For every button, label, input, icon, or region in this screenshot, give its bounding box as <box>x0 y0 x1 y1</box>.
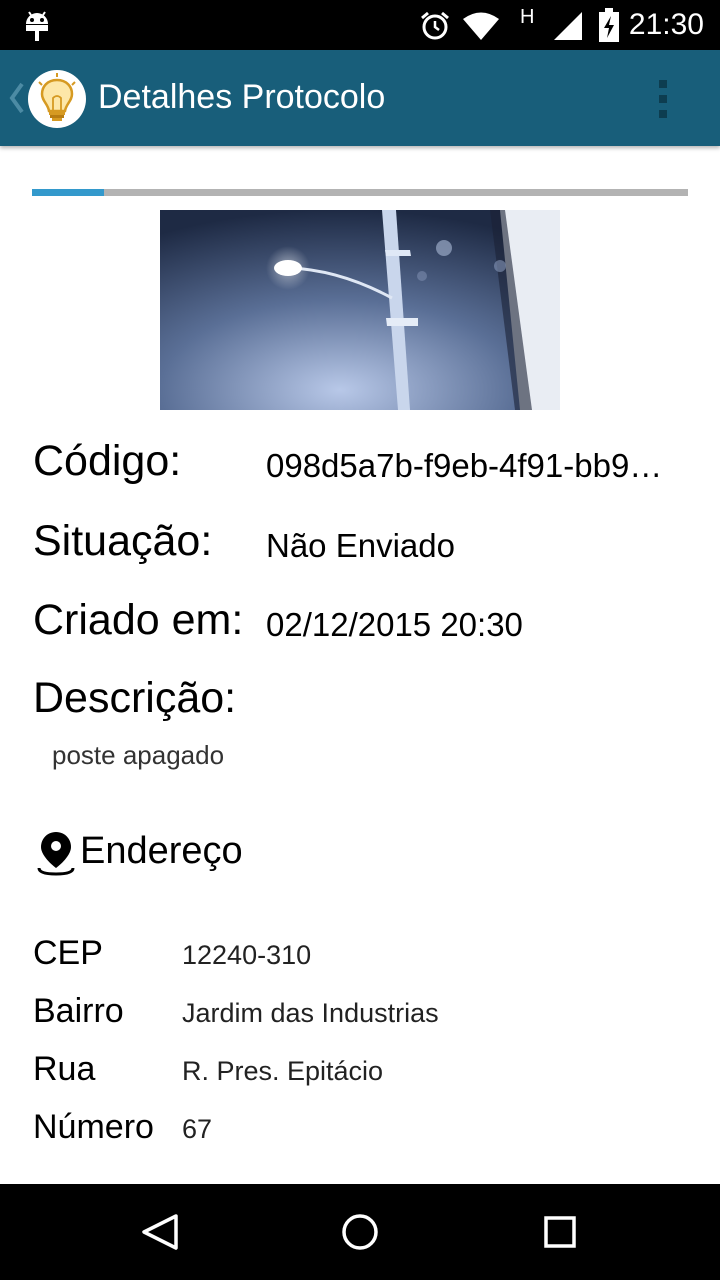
address-row-numero: Número 67 <box>33 1108 693 1152</box>
address-row-rua: Rua R. Pres. Epitácio <box>33 1050 693 1094</box>
situacao-value: Não Enviado <box>266 527 455 564</box>
home-circle-icon <box>342 1214 378 1250</box>
alarm-icon <box>421 11 449 40</box>
android-icon <box>26 11 48 41</box>
action-bar: Detalhes Protocolo <box>0 50 720 146</box>
cep-value: 12240-310 <box>182 940 312 970</box>
back-triangle-icon <box>142 1214 178 1250</box>
codigo-value: 098d5a7b-f9eb-4f91-bb9… <box>266 447 663 484</box>
app-logo[interactable] <box>28 70 86 128</box>
wifi-icon <box>463 12 499 40</box>
recents-square-icon <box>544 1216 576 1248</box>
overflow-menu-icon[interactable] <box>646 76 680 122</box>
page-title: Detalhes Protocolo <box>98 78 386 116</box>
upload-progress-fill <box>32 189 105 196</box>
protocol-photo[interactable] <box>160 210 560 410</box>
bairro-label: Bairro <box>33 992 124 1030</box>
back-chevron-icon[interactable] <box>6 80 26 116</box>
bairro-value: Jardim das Industrias <box>182 998 439 1028</box>
numero-value: 67 <box>182 1114 213 1144</box>
address-row-cep: CEP 12240-310 <box>33 934 693 978</box>
status-time: 21:30 <box>628 8 704 41</box>
numero-label: Número <box>33 1108 154 1146</box>
rua-value: R. Pres. Epitácio <box>182 1056 384 1086</box>
signal-icon <box>554 12 582 40</box>
descricao-value: poste apagado <box>52 740 225 770</box>
detail-row-situacao: Situação: Não Enviado <box>33 517 693 577</box>
system-nav-bar <box>0 1184 720 1280</box>
detail-row-codigo: Código: 098d5a7b-f9eb-4f91-bb9… <box>33 437 693 497</box>
criado-value: 02/12/2015 20:30 <box>266 606 523 643</box>
nav-recents-button[interactable] <box>500 1184 620 1280</box>
upload-progress-bar <box>32 189 688 196</box>
situacao-label: Situação: <box>33 517 213 565</box>
network-type-label: H <box>520 6 535 28</box>
criado-label: Criado em: <box>33 596 244 644</box>
status-bar: H 21:30 <box>0 0 720 50</box>
detail-row-criado: Criado em: 02/12/2015 20:30 <box>33 596 693 656</box>
map-pin-icon <box>37 832 75 876</box>
nav-back-button[interactable] <box>100 1184 220 1280</box>
nav-home-button[interactable] <box>300 1184 420 1280</box>
rua-label: Rua <box>33 1050 96 1088</box>
street-lamp-photo-image <box>160 210 560 410</box>
address-row-bairro: Bairro Jardim das Industrias <box>33 992 693 1036</box>
lightbulb-logo-icon <box>38 73 76 121</box>
cep-label: CEP <box>33 934 103 972</box>
detail-row-descricao: Descrição: <box>33 674 693 734</box>
descricao-label: Descrição: <box>33 674 237 722</box>
battery-charging-icon <box>599 8 619 42</box>
address-title: Endereço <box>80 830 243 872</box>
codigo-label: Código: <box>33 437 182 485</box>
